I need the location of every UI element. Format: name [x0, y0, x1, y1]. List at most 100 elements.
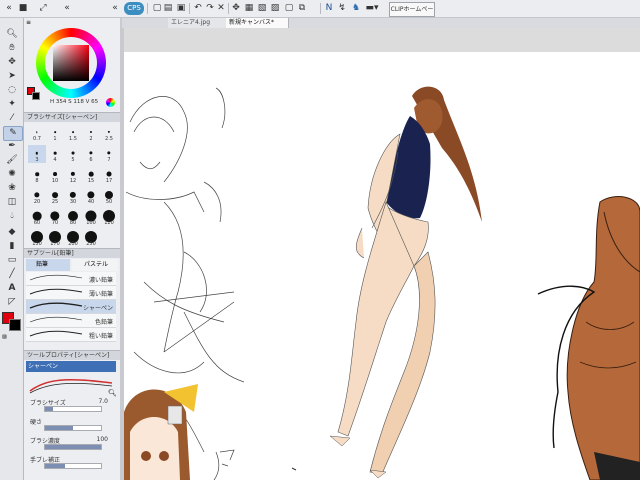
- brush-size-cell[interactable]: 60: [28, 208, 46, 226]
- brush-size-cell[interactable]: 70: [46, 208, 64, 226]
- wand-icon[interactable]: ✦: [3, 98, 21, 111]
- transparent-color-icon[interactable]: ▨: [2, 334, 10, 340]
- snap-icon[interactable]: ↯: [337, 2, 347, 15]
- drawing-canvas[interactable]: [124, 52, 640, 480]
- brush-size-cell[interactable]: 100: [82, 208, 100, 226]
- property-slider[interactable]: [44, 425, 102, 431]
- delete-icon[interactable]: ✕: [216, 2, 226, 15]
- tab-file-1[interactable]: エレニア4.jpg: [168, 18, 227, 28]
- subtool-item[interactable]: 薄い鉛筆: [26, 286, 116, 300]
- property-slider[interactable]: [44, 463, 102, 469]
- text-icon[interactable]: A: [3, 282, 21, 295]
- undo-icon[interactable]: ↶: [193, 2, 203, 15]
- subtool-group-pastel[interactable]: パステル: [72, 259, 118, 271]
- hand-icon[interactable]: ✋︎: [3, 42, 21, 55]
- brush-size-cell[interactable]: 250: [82, 229, 100, 247]
- brush-size-cell[interactable]: 12: [64, 166, 82, 184]
- brush-icon[interactable]: 🖌︎: [3, 154, 21, 167]
- transform-icon[interactable]: ✥: [231, 2, 241, 15]
- brush-size-cell[interactable]: 0.7: [28, 124, 46, 142]
- brush-size-cell[interactable]: 20: [28, 187, 46, 205]
- fill-icon[interactable]: ▧: [257, 2, 267, 15]
- brush-size-label: 80: [69, 220, 77, 226]
- brush-size-cell[interactable]: 6: [82, 145, 100, 163]
- sub-color-swatch[interactable]: [9, 319, 21, 331]
- brush-size-cell[interactable]: 10: [46, 166, 64, 184]
- property-slider[interactable]: [44, 444, 102, 450]
- balloon-icon[interactable]: ◸: [3, 296, 21, 309]
- brush-size-cell[interactable]: 5: [64, 145, 82, 163]
- move-icon[interactable]: ✥: [3, 56, 21, 69]
- brush-size-dot: [107, 151, 111, 155]
- fill-tool-icon[interactable]: ◆: [3, 226, 21, 239]
- brush-size-cell[interactable]: 50: [100, 187, 118, 205]
- color-mode-icon[interactable]: [106, 98, 115, 107]
- brush-size-cell[interactable]: 120: [100, 208, 118, 226]
- brush-size-cell[interactable]: 150: [28, 229, 46, 247]
- brush-size-label: 3: [35, 157, 39, 163]
- deselect-icon[interactable]: ▢: [284, 2, 294, 15]
- brush-size-cell[interactable]: 80: [64, 208, 82, 226]
- tool-property-panel-header[interactable]: ツールプロパティ[シャーペン]: [24, 350, 123, 360]
- brush-size-cell[interactable]: 25: [46, 187, 64, 205]
- figure-icon[interactable]: ▭: [3, 254, 21, 267]
- zoom-icon[interactable]: 🔍︎: [3, 28, 21, 41]
- subtool-item[interactable]: シャーペン: [26, 300, 116, 314]
- property-slider[interactable]: [44, 406, 102, 412]
- open-icon[interactable]: ▤: [163, 2, 173, 15]
- pen-icon[interactable]: ✒: [3, 140, 21, 153]
- double-chevron-left-icon[interactable]: «: [110, 2, 120, 15]
- invert-icon[interactable]: ⧉: [297, 2, 307, 15]
- decoration-icon[interactable]: ❀: [3, 182, 21, 195]
- eraser-icon[interactable]: ◫: [3, 196, 21, 209]
- clear-icon[interactable]: ▦: [244, 2, 254, 15]
- double-chevron-left-icon[interactable]: «: [4, 2, 14, 15]
- blend-icon[interactable]: 💧︎: [3, 210, 21, 223]
- tool-column: 🔍︎ ✋︎ ✥ ➤ ◌ ✦ ⁄ ✎ ✒ 🖌︎ ✺ ❀ ◫ 💧︎ ◆ ▮ ▭ ╱ …: [0, 18, 24, 480]
- operation-icon[interactable]: ➤: [3, 70, 21, 83]
- brush-size-cell[interactable]: 7: [100, 145, 118, 163]
- subtool-panel-header[interactable]: サブツール[鉛筆]: [24, 248, 123, 258]
- ruler-icon[interactable]: N: [324, 2, 334, 15]
- brush-size-dot: [35, 151, 39, 155]
- line-icon[interactable]: ╱: [3, 268, 21, 281]
- new-file-icon[interactable]: ▢: [152, 2, 162, 15]
- airbrush-icon[interactable]: ✺: [3, 168, 21, 181]
- lasso-icon[interactable]: ◌: [3, 84, 21, 97]
- saturation-value-square[interactable]: [53, 45, 89, 81]
- subtool-item[interactable]: 粗い鉛筆: [26, 328, 116, 342]
- brush-size-cell[interactable]: 17: [100, 166, 118, 184]
- redo-icon[interactable]: ↷: [205, 2, 215, 15]
- brush-size-cell[interactable]: 1.5: [64, 124, 82, 142]
- save-icon[interactable]: ▣: [176, 2, 186, 15]
- sub-color-mini[interactable]: [32, 92, 40, 100]
- subtool-item[interactable]: 色鉛筆: [26, 314, 116, 328]
- double-chevron-left-icon[interactable]: «: [60, 2, 74, 15]
- brush-size-cell[interactable]: 3: [28, 145, 46, 163]
- mode-badge[interactable]: CPS: [124, 2, 144, 15]
- brush-size-cell[interactable]: 8: [28, 166, 46, 184]
- gradient-icon[interactable]: ▮: [3, 240, 21, 253]
- brush-size-cell[interactable]: 2.5: [100, 124, 118, 142]
- subtool-group-pencil[interactable]: 鉛筆: [26, 259, 70, 271]
- tab-file-2[interactable]: 新規キャンバス*: [226, 18, 289, 28]
- brush-size-cell[interactable]: 4: [46, 145, 64, 163]
- border-icon[interactable]: ▨: [270, 2, 280, 15]
- brush-size-panel-header[interactable]: ブラシサイズ[シャーペン]: [24, 112, 123, 122]
- pin-icon[interactable]: ■: [18, 2, 28, 15]
- brush-size-cell[interactable]: 15: [82, 166, 100, 184]
- brush-size-cell[interactable]: 1: [46, 124, 64, 142]
- expand-icon[interactable]: ⤢: [38, 2, 48, 15]
- brush-size-cell[interactable]: 2: [82, 124, 100, 142]
- brush-size-cell[interactable]: 40: [82, 187, 100, 205]
- eyedropper-icon[interactable]: ⁄: [3, 112, 21, 125]
- guide-icon[interactable]: ♞: [351, 2, 361, 15]
- subtool-item[interactable]: 濃い鉛筆: [26, 272, 116, 286]
- brush-size-cell[interactable]: 170: [46, 229, 64, 247]
- display-icon[interactable]: ▬▾: [365, 2, 379, 15]
- brush-size-cell[interactable]: 30: [64, 187, 82, 205]
- pencil-icon[interactable]: ✎: [3, 126, 23, 141]
- panel-menu-icon[interactable]: ≡: [26, 19, 34, 27]
- clip-homepage-button[interactable]: CLIPホームページ: [389, 2, 435, 26]
- brush-size-cell[interactable]: 200: [64, 229, 82, 247]
